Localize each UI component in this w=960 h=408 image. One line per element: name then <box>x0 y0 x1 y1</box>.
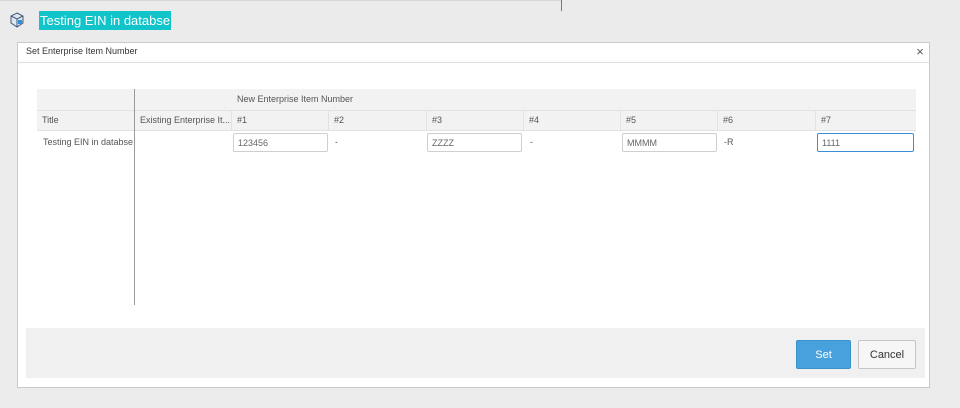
table-row[interactable]: Testing EIN in databse - - -R <box>37 131 916 153</box>
seg5-input[interactable] <box>622 133 717 152</box>
part-cube-icon <box>10 12 24 28</box>
column-header-seg2[interactable]: #2 <box>329 111 427 130</box>
dialog-header: Set Enterprise Item Number × <box>18 43 929 63</box>
close-icon[interactable]: × <box>913 44 927 60</box>
seg1-input[interactable] <box>233 133 328 152</box>
column-header-seg7[interactable]: #7 <box>816 111 916 130</box>
column-header-seg5[interactable]: #5 <box>621 111 718 130</box>
item-title[interactable]: Testing EIN in databse <box>39 11 172 30</box>
column-header-seg3[interactable]: #3 <box>427 111 524 130</box>
seg7-input[interactable] <box>817 133 914 152</box>
column-header-title[interactable]: Title <box>37 111 135 130</box>
column-header-existing[interactable]: Existing Enterprise It... <box>135 111 232 130</box>
ein-grid: New Enterprise Item Number Title Existin… <box>37 89 916 305</box>
splitter-handle[interactable] <box>561 0 562 11</box>
column-header-seg6[interactable]: #6 <box>718 111 816 130</box>
column-header-seg1[interactable]: #1 <box>232 111 329 130</box>
seg3-input[interactable] <box>427 133 522 152</box>
seg2-separator: - <box>335 137 338 147</box>
cancel-button[interactable]: Cancel <box>858 340 916 369</box>
row-existing-cell <box>135 131 232 153</box>
row-title-cell: Testing EIN in databse <box>43 137 134 147</box>
seg6-suffix: -R <box>724 137 734 147</box>
set-ein-dialog: Set Enterprise Item Number × New Enterpr… <box>17 42 930 388</box>
dialog-footer: Set Cancel <box>26 328 925 378</box>
set-button[interactable]: Set <box>796 340 851 369</box>
top-divider <box>0 0 561 1</box>
dialog-title: Set Enterprise Item Number <box>26 46 138 56</box>
column-header-seg4[interactable]: #4 <box>524 111 621 130</box>
grid-column-headers: Title Existing Enterprise It... #1 #2 #3… <box>37 110 916 131</box>
grid-group-header: New Enterprise Item Number <box>37 89 916 110</box>
group-header-label: New Enterprise Item Number <box>237 94 354 104</box>
frozen-column-divider <box>134 89 135 305</box>
seg4-separator: - <box>530 137 533 147</box>
